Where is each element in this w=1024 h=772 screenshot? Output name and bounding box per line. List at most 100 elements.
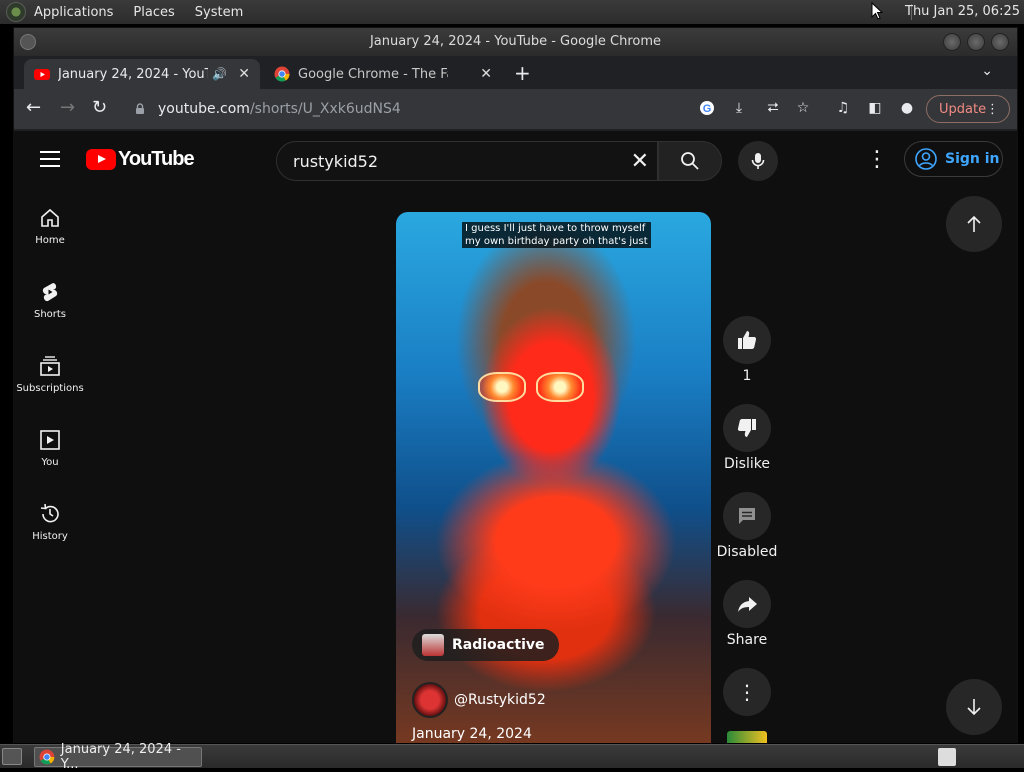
chrome-icon [274,66,290,82]
guide-item-you[interactable]: You [14,409,86,483]
sound-chip[interactable]: Radioactive [412,629,559,661]
guide-item-history[interactable]: History [14,483,86,557]
close-tab-icon[interactable]: ✕ [238,66,250,82]
share-circle[interactable] [723,580,771,628]
chrome-icon [39,749,55,765]
desktop-taskbar: January 24, 2024 - Y... [0,742,1024,772]
like-count: 1 [742,368,752,384]
reload-button[interactable]: ↻ [92,97,107,118]
settings-more-icon[interactable]: ⋮ [866,147,888,172]
new-tab-button[interactable]: + [514,61,531,85]
google-lens-icon[interactable]: G [698,99,716,117]
close-tab-icon[interactable]: ✕ [480,66,492,82]
search-input[interactable]: rustykid52 ✕ [276,141,658,181]
more-actions-circle[interactable]: ⋮ [723,668,771,716]
comment-icon [739,508,755,524]
guide-item-shorts[interactable]: Shorts [14,261,86,335]
thumbs-up-icon [738,331,757,349]
share-icon[interactable]: ⮂ [764,99,782,117]
window-titlebar[interactable]: January 24, 2024 - YouTube - Google Chro… [14,28,1017,56]
youtube-logo[interactable]: YouTube [86,148,195,171]
channel-info[interactable]: @Rustykid52 [412,682,546,718]
arrow-down-icon [967,699,981,716]
guide-item-subscriptions[interactable]: Subscriptions [14,335,86,409]
show-desktop-icon[interactable] [2,748,22,765]
channel-avatar[interactable] [412,682,448,718]
thumbs-down-icon [737,419,756,437]
channel-handle[interactable]: @Rustykid52 [454,692,546,708]
youtube-masthead: YouTube rustykid52 ✕ ⋮ Sign in [14,131,1017,187]
profile-icon[interactable]: ● [898,99,916,117]
side-panel-icon[interactable]: ◧ [866,99,884,117]
search-icon [681,152,699,170]
sign-in-button[interactable]: Sign in [904,141,1003,177]
more-actions-button[interactable]: ⋮ [723,668,771,720]
caption-line: I guess I'll just have to throw myself [465,223,646,234]
menu-applications[interactable]: Applications [34,5,113,20]
menu-system[interactable]: System [195,5,243,20]
bookmark-star-icon[interactable]: ☆ [794,99,812,117]
window-menu-icon[interactable] [20,34,36,50]
tab-strip: January 24, 2024 - YouTube 🔊 ✕ Google Ch… [14,56,1017,89]
menu-places[interactable]: Places [133,5,174,20]
guide-menu-icon[interactable] [40,151,60,167]
dislike-label: Dislike [724,456,770,472]
shorts-icon [42,283,58,302]
voice-search-button[interactable] [738,141,778,181]
youtube-wordmark: YouTube [118,148,195,170]
shorts-video-player[interactable]: I guess I'll just have to throw myself m… [396,212,711,743]
speaker-icon[interactable]: 🔊 [212,67,227,81]
tab-title: January 24, 2024 - YouTube [58,66,208,82]
guide-item-home[interactable]: Home [14,187,86,261]
dislike-circle[interactable] [723,404,771,452]
share-button[interactable]: Share [723,580,771,648]
lock-icon[interactable] [134,103,146,115]
comments-label: Disabled [716,544,778,560]
update-label: Update [939,101,987,117]
distro-logo-icon[interactable] [6,2,26,22]
guide-label: Subscriptions [16,383,84,394]
close-window-button[interactable] [991,33,1009,51]
taskbar-window-button[interactable]: January 24, 2024 - Y... [34,742,202,772]
minimize-window-button[interactable] [943,33,961,51]
browser-toolbar: ← → ↻ youtube.com/shorts/U_Xxk6udNS4 G ⤓… [14,89,1017,129]
search-value: rustykid52 [293,151,379,171]
install-app-icon[interactable]: ⤓ [730,99,748,117]
tab-chrome[interactable]: Google Chrome - The Fast & Secure ✕ [264,59,502,89]
video-title[interactable]: January 24, 2024 [412,726,532,742]
back-button[interactable]: ← [26,97,41,118]
video-caption: I guess I'll just have to throw myself m… [462,222,651,248]
guide-label: You [41,457,59,468]
tab-search-chevron-icon[interactable]: ⌄ [981,63,993,79]
sound-thumbnail [422,634,444,656]
caption-line: my own birthday party oh that's just [465,236,648,247]
microphone-icon [751,153,765,169]
panel-clock[interactable]: Thu Jan 25, 06:25 [905,4,1020,19]
history-icon [40,503,59,523]
comments-circle[interactable] [723,492,771,540]
media-controls-icon[interactable]: ♫ [834,99,852,117]
like-circle[interactable] [723,316,771,364]
guide-label: History [32,531,68,542]
clear-search-icon[interactable]: ✕ [631,149,649,174]
sound-remix-thumbnail[interactable] [727,731,767,743]
tray-chrome-icon[interactable] [938,748,956,766]
you-icon [40,430,60,450]
address-bar[interactable]: youtube.com/shorts/U_Xxk6udNS4 [124,94,824,124]
sound-title: Radioactive [452,637,545,653]
search-button[interactable] [658,141,722,181]
previous-video-button[interactable] [946,196,1002,252]
video-frame-glare [478,372,526,402]
window-title: January 24, 2024 - YouTube - Google Chro… [369,34,662,49]
chrome-menu-icon[interactable]: ⋮ [986,102,999,117]
next-video-button[interactable] [946,679,1002,735]
maximize-window-button[interactable] [967,33,985,51]
forward-button[interactable]: → [60,97,75,118]
svg-text:G: G [703,103,712,115]
youtube-page: YouTube rustykid52 ✕ ⋮ Sign in Home Shor… [14,131,1017,743]
like-button[interactable]: 1 [723,316,771,384]
update-button[interactable]: Update ⋮ [926,95,1010,123]
tab-youtube[interactable]: January 24, 2024 - YouTube 🔊 ✕ [24,59,260,89]
dislike-button[interactable]: Dislike [723,404,771,472]
comments-button[interactable]: Disabled [717,492,777,560]
